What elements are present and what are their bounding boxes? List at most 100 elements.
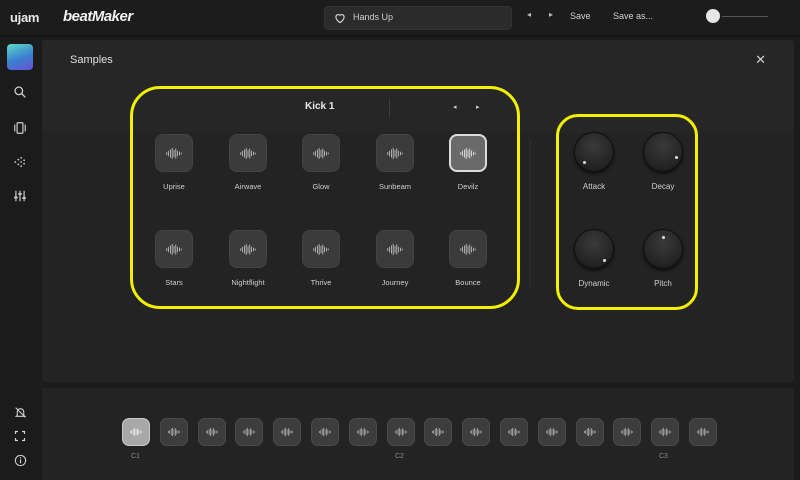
master-volume-knob[interactable]	[706, 9, 720, 23]
title-divider	[389, 98, 390, 118]
key-pad[interactable]	[235, 418, 264, 446]
preset-prev-arrow[interactable]: ◂	[527, 10, 531, 19]
notifications-off-icon[interactable]	[10, 402, 30, 422]
waveform-icon	[166, 147, 182, 159]
key-pad[interactable]	[348, 418, 377, 446]
sample-pad-sunbeam[interactable]	[376, 134, 414, 172]
key-pad[interactable]	[651, 418, 680, 446]
sample-label: Glow	[312, 182, 330, 191]
knob-indicator	[583, 161, 586, 164]
waveform-icon	[583, 427, 596, 437]
key-pad[interactable]	[273, 418, 302, 446]
save-as-button[interactable]: Save as...	[613, 11, 653, 21]
key-pad[interactable]	[424, 418, 453, 446]
decay-knob[interactable]	[643, 132, 683, 172]
waveform-icon	[205, 427, 218, 437]
search-icon[interactable]	[10, 82, 30, 102]
sample-label: Journey	[381, 278, 409, 287]
sample-pad-airwave[interactable]	[229, 134, 267, 172]
waveform-icon	[697, 427, 709, 437]
waveform-icon	[281, 427, 294, 437]
key-pad[interactable]	[462, 418, 491, 446]
preset-name: Hands Up	[353, 12, 394, 22]
waveform-icon	[356, 427, 369, 437]
instrument-next-arrow[interactable]: ▸	[476, 103, 480, 111]
sample-pad-journey[interactable]	[376, 230, 414, 268]
knob-indicator	[675, 156, 678, 159]
sample-label: Bounce	[455, 278, 481, 287]
preset-selector[interactable]: Hands Up	[324, 6, 512, 30]
knob-label: Dynamic	[578, 279, 610, 288]
presets-icon[interactable]	[10, 118, 30, 138]
sample-pad-thrive[interactable]	[302, 230, 340, 268]
waveform-icon	[387, 243, 403, 255]
waveform-icon	[545, 427, 558, 437]
octave-label: C3	[659, 453, 668, 460]
pattern-dots-icon[interactable]	[10, 152, 30, 172]
fullscreen-icon[interactable]	[10, 426, 30, 446]
attack-knob[interactable]	[574, 132, 614, 172]
knob-label: Decay	[651, 182, 675, 191]
key-pad[interactable]	[122, 418, 150, 446]
dynamic-knob[interactable]	[574, 229, 614, 269]
preset-next-arrow[interactable]: ▸	[549, 10, 553, 19]
waveform-icon	[432, 427, 445, 437]
key-pad[interactable]	[197, 418, 226, 446]
instrument-prev-arrow[interactable]: ◂	[453, 103, 457, 111]
sample-label: Airwave	[234, 182, 262, 191]
key-pad[interactable]	[689, 418, 717, 446]
sample-label: Sunbeam	[378, 182, 412, 191]
sample-pad-glow[interactable]	[302, 134, 340, 172]
heart-icon[interactable]	[333, 11, 347, 25]
key-pad[interactable]	[537, 418, 566, 446]
sample-label: Uprise	[163, 182, 185, 191]
samples-panel-header: Samples ✕	[42, 40, 794, 132]
knob-label: Attack	[582, 182, 606, 191]
sample-pad-stars[interactable]	[155, 230, 193, 268]
key-pad[interactable]	[500, 418, 528, 446]
close-button[interactable]: ✕	[755, 52, 766, 68]
key-pad[interactable]	[613, 418, 642, 446]
beatmaker-logo: beatMaker	[63, 8, 133, 25]
octave-label: C1	[131, 453, 140, 460]
samples-panel: Samples ✕ Kick 1 ◂ ▸ Uprise Airwave Glow Su…	[42, 40, 794, 382]
save-button[interactable]: Save	[570, 11, 591, 21]
waveform-icon	[243, 427, 256, 437]
waveform-icon	[470, 427, 483, 437]
sample-label: Thrive	[310, 278, 332, 287]
ujam-logo: ujam	[10, 10, 40, 25]
waveform-icon	[460, 147, 476, 159]
key-pad[interactable]	[575, 418, 604, 446]
waveform-icon	[240, 147, 256, 159]
sample-label: Devilz	[457, 182, 479, 191]
waveform-icon	[130, 427, 142, 437]
knob-label: Pitch	[654, 279, 672, 288]
info-icon[interactable]	[10, 450, 30, 470]
product-tile-icon[interactable]	[7, 44, 33, 70]
waveform-icon	[460, 243, 476, 255]
sample-pad-devilz[interactable]	[449, 134, 487, 172]
waveform-icon	[313, 243, 329, 255]
waveform-icon	[508, 427, 520, 437]
key-pad[interactable]	[159, 418, 188, 446]
pitch-knob[interactable]	[643, 229, 683, 269]
sample-pad-nightflight[interactable]	[229, 230, 267, 268]
knob-indicator	[603, 259, 606, 262]
key-pad[interactable]	[311, 418, 339, 446]
top-bar: ujam beatMaker Hands Up ◂ ▸ Save Save as…	[0, 0, 800, 36]
waveform-icon	[394, 427, 407, 437]
waveform-icon	[167, 427, 180, 437]
section-divider	[530, 140, 531, 290]
instrument-title: Kick 1	[305, 101, 335, 112]
key-strip: C1 C2 C3	[42, 388, 794, 480]
key-pad[interactable]	[386, 418, 415, 446]
sample-label: Stars	[165, 278, 183, 287]
sample-pad-bounce[interactable]	[449, 230, 487, 268]
waveform-icon	[621, 427, 634, 437]
panel-title: Samples	[70, 54, 113, 66]
master-volume-slider[interactable]	[722, 16, 768, 17]
octave-label: C2	[395, 453, 404, 460]
mixer-sliders-icon[interactable]	[10, 186, 30, 206]
waveform-icon	[387, 147, 403, 159]
sample-pad-uprise[interactable]	[155, 134, 193, 172]
